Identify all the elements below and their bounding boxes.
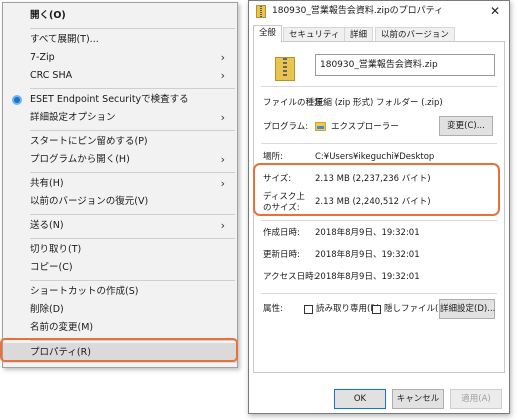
program-value: エクスプローラー <box>331 122 399 132</box>
file-name-input[interactable]: 180930_営業報告会資料.zip <box>315 54 495 76</box>
modified-label: 更新日時: <box>263 250 300 260</box>
hidden-checkbox[interactable] <box>372 305 381 314</box>
cancel-button[interactable]: キャンセル <box>392 389 444 409</box>
accessed-label: アクセス日時: <box>263 272 317 282</box>
menu-item-open[interactable]: 開く(O) <box>3 7 237 25</box>
tab-strip: 全般 セキュリティ 詳細 以前のバージョン <box>253 25 505 42</box>
menu-item-send-to[interactable]: 送る(N) › <box>3 217 237 235</box>
menu-separator <box>30 28 235 29</box>
readonly-checkbox[interactable] <box>304 305 313 314</box>
divider <box>261 86 497 87</box>
menu-item-label: コピー(C) <box>30 262 73 273</box>
menu-item-cut[interactable]: 切り取り(T) <box>3 241 237 259</box>
close-button[interactable]: ✕ <box>487 3 503 19</box>
divider <box>261 293 497 294</box>
created-value: 2018年8月9日、19:32:01 <box>315 228 420 238</box>
menu-separator <box>30 238 235 239</box>
menu-item-label: ショートカットの作成(S) <box>30 286 139 297</box>
zip-folder-icon <box>256 5 266 18</box>
menu-item-label: 開く(O) <box>30 10 66 21</box>
menu-item-label: 7-Zip <box>30 52 55 63</box>
menu-item-label: 共有(H) <box>30 178 64 189</box>
menu-separator <box>30 214 235 215</box>
accessed-value: 2018年8月9日、19:32:01 <box>315 272 420 282</box>
ok-button[interactable]: OK <box>334 389 386 409</box>
menu-item-pin-to-start[interactable]: スタートにピン留めする(P) <box>3 133 237 151</box>
menu-item-eset-scan[interactable]: ESET Endpoint Securityで検査する <box>3 91 237 109</box>
menu-separator <box>30 172 235 173</box>
menu-item-label: 名前の変更(M) <box>30 322 94 333</box>
chevron-right-icon: › <box>220 219 225 232</box>
title-bar[interactable]: 180930_営業報告会資料.zipのプロパティ ✕ <box>249 1 509 23</box>
menu-item-label: プログラムから開く(H) <box>30 154 130 165</box>
location-value: C:¥Users¥ikeguchi¥Desktop <box>315 152 435 162</box>
menu-item-label: ESET Endpoint Securityで検査する <box>30 94 189 105</box>
tab-details[interactable]: 詳細 <box>344 27 374 41</box>
chevron-right-icon: › <box>220 69 225 82</box>
change-button[interactable]: 変更(C)... <box>439 116 493 136</box>
menu-item-label: 以前のバージョンの復元(V) <box>30 196 149 207</box>
menu-separator <box>30 130 235 131</box>
zip-folder-icon <box>275 57 295 81</box>
chevron-right-icon: › <box>220 51 225 64</box>
chevron-right-icon: › <box>220 153 225 166</box>
menu-item-share[interactable]: 共有(H) › <box>3 175 237 193</box>
menu-item-label: 詳細設定オプション <box>30 112 116 123</box>
menu-item-label: 削除(D) <box>30 304 64 315</box>
menu-item-copy[interactable]: コピー(C) <box>3 259 237 277</box>
highlight-outline-properties <box>0 338 238 362</box>
tab-general[interactable]: 全般 <box>253 25 283 42</box>
apply-button[interactable]: 適用(A) <box>450 389 502 409</box>
menu-item-delete[interactable]: 削除(D) <box>3 301 237 319</box>
menu-item-label: すべて展開(T)... <box>30 34 99 45</box>
location-label: 場所: <box>263 152 283 162</box>
menu-item-label: 送る(N) <box>30 220 64 231</box>
menu-item-extract-all[interactable]: すべて展開(T)... <box>3 31 237 49</box>
tab-previous-versions[interactable]: 以前のバージョン <box>375 27 455 41</box>
advanced-button[interactable]: 詳細設定(D)... <box>439 299 495 319</box>
readonly-label: 読み取り専用(R) <box>316 304 380 314</box>
menu-item-crc-sha[interactable]: CRC SHA › <box>3 67 237 85</box>
menu-item-restore-previous[interactable]: 以前のバージョンの復元(V) <box>3 193 237 211</box>
program-label: プログラム: <box>263 122 309 132</box>
menu-item-label: 切り取り(T) <box>30 244 82 255</box>
menu-item-7zip[interactable]: 7-Zip › <box>3 49 237 67</box>
chevron-right-icon: › <box>220 111 225 124</box>
file-explorer-icon <box>315 122 326 131</box>
menu-separator <box>30 280 235 281</box>
context-menu: 開く(O) すべて展開(T)... 7-Zip › CRC SHA › ESET… <box>2 2 238 368</box>
menu-item-rename[interactable]: 名前の変更(M) <box>3 319 237 337</box>
chevron-right-icon: › <box>220 177 225 190</box>
menu-item-label: CRC SHA <box>30 70 73 81</box>
divider <box>261 220 497 221</box>
menu-item-create-shortcut[interactable]: ショートカットの作成(S) <box>3 283 237 301</box>
file-type-value: 圧縮 (zip 形式) フォルダー (.zip) <box>315 98 443 108</box>
menu-item-label: スタートにピン留めする(P) <box>30 136 148 147</box>
highlight-outline-size <box>253 163 500 216</box>
eset-icon <box>12 95 22 105</box>
dialog-title: 180930_営業報告会資料.zipのプロパティ <box>272 6 444 16</box>
tab-security[interactable]: セキュリティ <box>283 27 346 41</box>
menu-separator <box>30 88 235 89</box>
created-label: 作成日時: <box>263 228 300 238</box>
menu-item-open-with[interactable]: プログラムから開く(H) › <box>3 151 237 169</box>
menu-item-advanced-options[interactable]: 詳細設定オプション › <box>3 109 237 127</box>
divider <box>261 143 497 144</box>
attributes-label: 属性: <box>263 304 283 314</box>
modified-value: 2018年8月9日、19:32:01 <box>315 250 420 260</box>
